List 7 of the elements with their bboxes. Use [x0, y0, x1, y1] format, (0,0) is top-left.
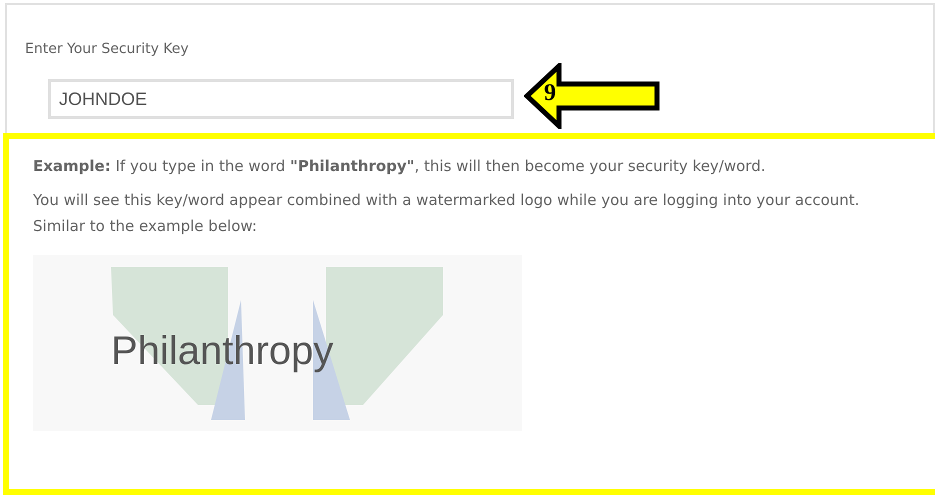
example-text: Example: If you type in the word "Philanthropy", this will then become your security key/word. — [33, 156, 766, 177]
logo-word: Philanthropy — [111, 328, 334, 375]
example-text: You will see this key/word appear combined with a watermarked logo while you are logging into your account. Similar to the example below: — [33, 190, 860, 237]
left-arrow-icon — [524, 63, 662, 129]
field-label: Enter Your Security Key — [25, 40, 190, 59]
security-key-input[interactable]: JOHNDOE — [48, 79, 514, 119]
callout-number: 9 — [544, 79, 556, 107]
